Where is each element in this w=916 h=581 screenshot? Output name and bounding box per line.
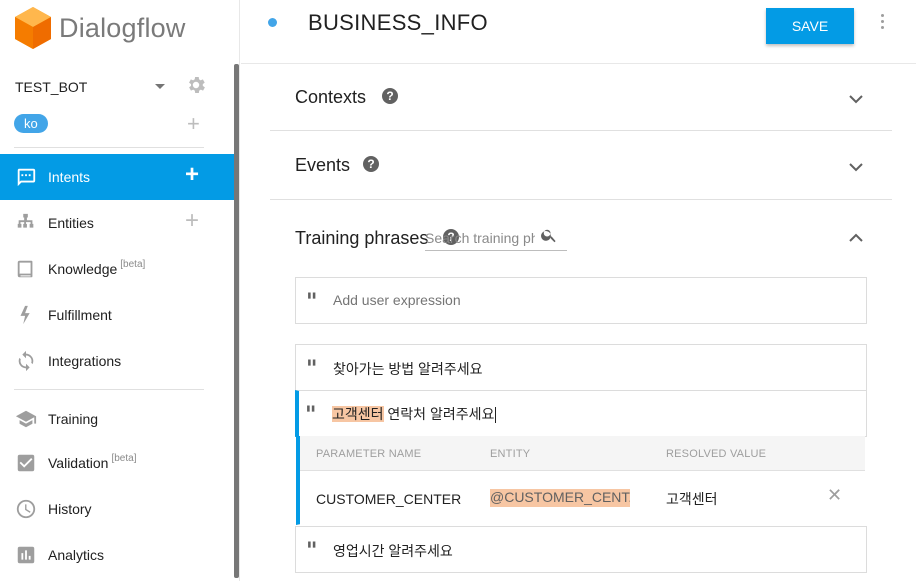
checkbox-icon xyxy=(17,454,35,472)
add-entity-icon[interactable]: + xyxy=(185,209,199,233)
search-icon[interactable] xyxy=(540,226,558,244)
bar-chart-icon xyxy=(17,546,35,564)
sidebar-item-label: Knowledge [beta] xyxy=(48,259,146,277)
text-cursor xyxy=(495,407,497,424)
clock-icon xyxy=(16,499,36,519)
help-icon[interactable]: ? xyxy=(363,156,379,172)
parameter-table: PARAMETER NAME ENTITY RESOLVED VALUE CUS… xyxy=(296,436,865,525)
language-chip[interactable]: ko xyxy=(14,114,48,133)
sidebar-item-label: Training xyxy=(48,411,99,427)
graduation-cap-icon xyxy=(15,410,37,428)
sidebar-item-training[interactable]: Training xyxy=(0,396,234,442)
dialogflow-logo[interactable]: Dialogflow xyxy=(14,6,186,50)
quote-icon: " xyxy=(306,356,318,382)
column-header-entity: ENTITY xyxy=(490,448,531,460)
add-language-icon[interactable]: + xyxy=(187,111,200,137)
entity-chip[interactable]: @CUSTOMER_CENT... xyxy=(490,489,630,507)
sidebar-item-knowledge[interactable]: Knowledge [beta] xyxy=(0,246,234,292)
events-title: Events xyxy=(295,155,351,175)
sidebar-item-entities[interactable]: Entities + xyxy=(0,200,234,246)
beta-badge: [beta] xyxy=(120,259,146,270)
divider xyxy=(14,147,204,148)
search-training-phrases-input[interactable] xyxy=(425,225,535,246)
bolt-icon xyxy=(20,305,30,325)
sidebar-item-intents[interactable]: Intents + xyxy=(0,154,234,200)
agent-selector[interactable]: TEST_BOT xyxy=(15,76,227,98)
agent-name: TEST_BOT xyxy=(15,79,88,95)
intent-priority-dot[interactable] xyxy=(268,18,277,27)
sidebar-item-validation[interactable]: Validation [beta] xyxy=(0,440,234,486)
training-phrase-row[interactable]: " 영업시간 알려주세요 xyxy=(295,526,867,573)
training-phrases-title: Training phrases xyxy=(295,228,429,248)
quote-icon: " xyxy=(306,538,318,564)
contexts-section[interactable]: Contexts ? xyxy=(270,64,892,131)
sidebar-item-history[interactable]: History xyxy=(0,486,234,532)
annotated-entity-highlight[interactable]: 고객센터 xyxy=(332,406,384,422)
training-phrase-row[interactable]: " 찾아가는 방법 알려주세요 xyxy=(295,344,867,391)
search-training-phrases xyxy=(425,225,567,251)
app-name: Dialogflow xyxy=(59,12,186,43)
sidebar-scrollbar[interactable] xyxy=(234,64,239,578)
sidebar-item-label: History xyxy=(48,501,92,517)
dialogflow-logo-icon xyxy=(15,7,51,49)
events-section[interactable]: Events ? xyxy=(270,131,892,200)
quote-icon: " xyxy=(305,402,317,428)
training-phrase-row-active[interactable]: " 고객센터 연락처 알려주세요 xyxy=(295,390,867,437)
contexts-title: Contexts xyxy=(295,87,367,107)
sidebar-item-label: Validation [beta] xyxy=(48,453,137,471)
add-intent-icon[interactable]: + xyxy=(185,163,199,187)
more-options-icon[interactable] xyxy=(878,14,886,36)
chevron-down-icon[interactable] xyxy=(849,92,863,106)
close-icon[interactable]: ✕ xyxy=(827,485,842,506)
add-expression-row: " xyxy=(295,277,867,324)
column-header-parameter: PARAMETER NAME xyxy=(316,448,422,460)
sync-icon xyxy=(18,350,34,372)
sidebar-item-integrations[interactable]: Integrations xyxy=(0,338,234,384)
sidebar: Dialogflow TEST_BOT ko + Intents + Entit… xyxy=(0,0,240,581)
sidebar-item-label: Intents xyxy=(48,169,91,185)
sidebar-item-label: Fulfillment xyxy=(48,307,112,323)
sidebar-item-label: Analytics xyxy=(48,547,105,563)
training-phrase-text[interactable]: 고객센터 연락처 알려주세요 xyxy=(332,404,497,424)
chat-icon xyxy=(17,168,36,187)
sidebar-item-analytics[interactable]: Analytics xyxy=(0,532,234,578)
hierarchy-icon xyxy=(17,213,34,228)
quote-icon: " xyxy=(306,289,318,315)
add-user-expression-input[interactable] xyxy=(333,292,833,308)
sidebar-item-label: Integrations xyxy=(48,353,122,369)
training-phrase-text[interactable]: 영업시간 알려주세요 xyxy=(333,541,453,561)
save-button[interactable]: SAVE xyxy=(766,8,854,44)
help-icon[interactable]: ? xyxy=(382,88,398,104)
gear-icon[interactable] xyxy=(185,74,207,96)
column-header-resolved: RESOLVED VALUE xyxy=(666,448,767,460)
chevron-down-icon[interactable] xyxy=(849,160,863,174)
sidebar-item-fulfillment[interactable]: Fulfillment xyxy=(0,292,234,338)
chevron-up-icon[interactable] xyxy=(849,231,863,245)
book-icon xyxy=(17,260,33,278)
resolved-value: 고객센터 xyxy=(666,491,718,507)
divider xyxy=(14,389,204,390)
chevron-down-icon[interactable] xyxy=(155,84,165,89)
sidebar-item-label: Entities xyxy=(48,215,94,231)
beta-badge: [beta] xyxy=(111,453,137,464)
parameter-row: CUSTOMER_CENTER @CUSTOMER_CENT... 고객센터 ✕ xyxy=(300,470,865,525)
parameter-name[interactable]: CUSTOMER_CENTER xyxy=(316,491,461,507)
training-phrase-text[interactable]: 찾아가는 방법 알려주세요 xyxy=(333,359,482,379)
intent-header: BUSINESS_INFO SAVE xyxy=(241,0,916,64)
intent-title[interactable]: BUSINESS_INFO xyxy=(308,10,488,36)
language-row: ko + xyxy=(14,111,226,137)
